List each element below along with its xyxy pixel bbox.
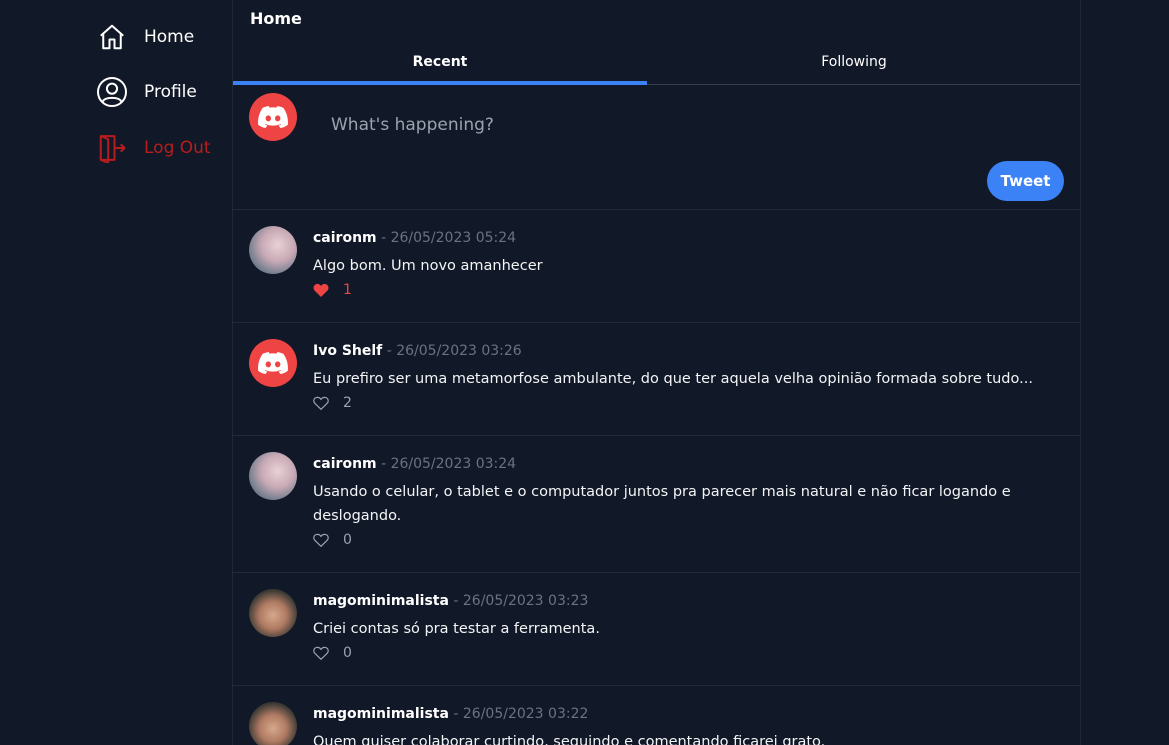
sidebar-item-home[interactable]: Home	[96, 20, 194, 54]
heart-outline-icon	[313, 396, 329, 410]
avatar	[249, 93, 297, 141]
post-header: magominimalista - 26/05/2023 03:22	[313, 706, 588, 722]
post-item: caironm - 26/05/2023 05:24 Algo bom. Um …	[233, 210, 1080, 323]
like-button[interactable]: 0	[313, 532, 352, 548]
post-text: Quem quiser colaborar curtindo, seguindo…	[313, 734, 826, 745]
heart-outline-icon	[313, 646, 329, 660]
like-count: 0	[343, 645, 352, 661]
heart-outline-icon	[313, 533, 329, 547]
tab-bar: Recent Following	[233, 40, 1080, 85]
like-count: 2	[343, 395, 352, 411]
post-separator: -	[376, 456, 391, 472]
post-text: Algo bom. Um novo amanhecer	[313, 258, 543, 274]
like-count: 1	[343, 282, 352, 298]
avatar[interactable]	[249, 339, 297, 387]
sidebar-item-profile[interactable]: Profile	[96, 75, 197, 109]
user-circle-icon	[96, 76, 128, 108]
post-timestamp: 26/05/2023 03:26	[396, 343, 522, 359]
sidebar-item-label: Log Out	[144, 138, 211, 158]
tweet-input[interactable]	[329, 109, 1033, 141]
post-username[interactable]: caironm	[313, 456, 377, 472]
like-button[interactable]: 2	[313, 395, 352, 411]
page-title: Home	[250, 9, 302, 28]
post-header: magominimalista - 26/05/2023 03:23	[313, 593, 588, 609]
post-separator: -	[448, 593, 463, 609]
discord-logo-icon	[258, 106, 288, 128]
home-icon	[96, 21, 128, 53]
post-separator: -	[382, 343, 397, 359]
post-text: Usando o celular, o tablet e o computado…	[313, 484, 1011, 524]
post-timestamp: 26/05/2023 03:24	[390, 456, 517, 472]
post-text: Eu prefiro ser uma metamorfose ambulante…	[313, 371, 1033, 387]
post-username[interactable]: magominimalista	[313, 706, 449, 722]
post-username[interactable]: magominimalista	[313, 593, 449, 609]
post-timestamp: 26/05/2023 03:23	[462, 593, 589, 609]
tab-following[interactable]: Following	[647, 40, 1061, 84]
post-item: magominimalista - 26/05/2023 03:23 Criei…	[233, 573, 1080, 686]
avatar[interactable]	[249, 702, 297, 745]
post-header: caironm - 26/05/2023 05:24	[313, 230, 516, 246]
post-timestamp: 26/05/2023 03:22	[462, 706, 589, 722]
post-header: caironm - 26/05/2023 03:24	[313, 456, 516, 472]
post-item: caironm - 26/05/2023 03:24 Usando o celu…	[233, 436, 1080, 573]
discord-logo-icon	[258, 352, 288, 374]
tweet-composer: Tweet	[233, 85, 1080, 210]
post-item: magominimalista - 26/05/2023 03:22 Quem …	[233, 686, 1080, 745]
like-count: 0	[343, 532, 352, 548]
post-username[interactable]: Ivo Shelf	[313, 343, 382, 359]
sidebar-item-logout[interactable]: Log Out	[96, 131, 211, 165]
logout-icon	[96, 132, 128, 164]
sidebar: Home Profile Log Out	[0, 0, 232, 745]
heart-filled-icon	[313, 283, 329, 297]
tweet-button[interactable]: Tweet	[987, 161, 1064, 201]
avatar[interactable]	[249, 226, 297, 274]
post-header: Ivo Shelf - 26/05/2023 03:26	[313, 343, 522, 359]
post-username[interactable]: caironm	[313, 230, 377, 246]
like-button[interactable]: 1	[313, 282, 352, 298]
avatar[interactable]	[249, 589, 297, 637]
post-timestamp: 26/05/2023 05:24	[390, 230, 517, 246]
post-separator: -	[448, 706, 463, 722]
sidebar-item-label: Home	[144, 27, 195, 47]
sidebar-item-label: Profile	[144, 82, 197, 102]
post-text: Criei contas só pra testar a ferramenta.	[313, 621, 600, 637]
avatar[interactable]	[249, 452, 297, 500]
post-item: Ivo Shelf - 26/05/2023 03:26 Eu prefiro …	[233, 323, 1080, 436]
like-button[interactable]: 0	[313, 645, 352, 661]
post-separator: -	[376, 230, 391, 246]
tab-recent[interactable]: Recent	[233, 40, 647, 85]
main-feed: Home Recent Following Tweet caironm - 26…	[232, 0, 1081, 745]
